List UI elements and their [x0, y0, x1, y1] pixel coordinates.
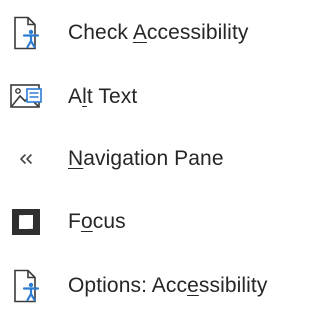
accessibility-options-icon	[8, 268, 44, 304]
check-accessibility-label: Check Accessibility	[68, 21, 249, 44]
menu-item-navigation-pane[interactable]: Navigation Pane	[0, 130, 321, 188]
alt-text-label: Alt Text	[68, 85, 138, 108]
options-accessibility-label: Options: Accessibility	[68, 274, 268, 297]
navigation-pane-label: Navigation Pane	[68, 147, 224, 170]
alt-text-icon	[8, 79, 44, 115]
menu-item-options-accessibility[interactable]: Options: Accessibility	[0, 257, 321, 315]
double-chevron-left-icon	[8, 141, 44, 177]
menu-item-check-accessibility[interactable]: Check Accessibility	[0, 4, 321, 62]
menu-item-alt-text[interactable]: Alt Text	[0, 68, 321, 126]
check-accessibility-icon	[8, 15, 44, 51]
accessibility-menu: Check Accessibility Alt Text Navigation …	[0, 0, 321, 307]
menu-item-focus[interactable]: Focus	[0, 193, 321, 251]
focus-icon	[8, 204, 44, 240]
focus-label: Focus	[68, 210, 126, 233]
